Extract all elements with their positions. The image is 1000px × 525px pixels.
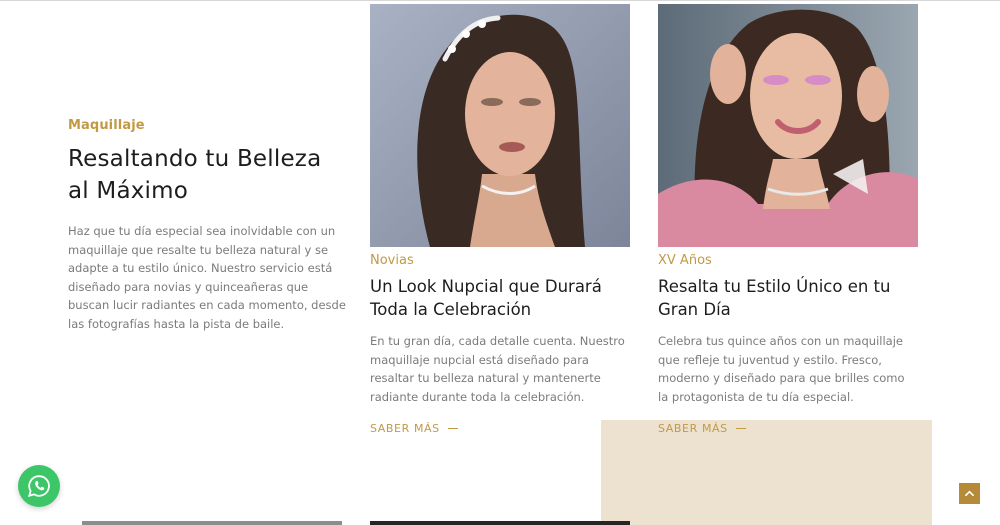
next-card-image-top xyxy=(370,521,630,525)
card-description-xv-anos: Celebra tus quince años con un maquillaj… xyxy=(658,334,905,404)
saber-mas-label: SABER MÁS xyxy=(658,422,728,435)
intro-category: Maquillaje xyxy=(68,118,145,133)
dash-icon xyxy=(447,428,458,429)
quinceanera-portrait-image xyxy=(658,4,918,247)
service-card-xv-anos: XV Años Resalta tu Estilo Único en tu Gr… xyxy=(658,4,918,435)
intro-title: Resaltando tu Belleza al Máximo xyxy=(68,146,322,204)
card-title-novias[interactable]: Un Look Nupcial que Durará Toda la Celeb… xyxy=(370,275,630,321)
whatsapp-chat-button[interactable] xyxy=(18,465,60,507)
card-title-xv-anos[interactable]: Resalta tu Estilo Único en tu Gran Día xyxy=(658,275,918,321)
card-category-novias[interactable]: Novias xyxy=(370,253,630,268)
next-card-image-top xyxy=(82,521,342,525)
intro-description: Haz que tu día especial sea inolvidable … xyxy=(68,224,346,331)
saber-mas-label: SABER MÁS xyxy=(370,422,440,435)
card-category-xv-anos[interactable]: XV Años xyxy=(658,253,918,268)
decorative-beige-block xyxy=(601,420,932,525)
card-image-novias[interactable] xyxy=(370,4,630,247)
chevron-up-icon xyxy=(965,490,974,497)
bride-portrait-image xyxy=(370,4,630,247)
whatsapp-icon xyxy=(28,475,50,497)
saber-mas-link-novias[interactable]: SABER MÁS xyxy=(370,422,458,435)
card-image-xv-anos[interactable] xyxy=(658,4,918,247)
card-description-novias: En tu gran día, cada detalle cuenta. Nue… xyxy=(370,334,625,404)
service-card-novias: Novias Un Look Nupcial que Durará Toda l… xyxy=(370,4,630,435)
top-divider xyxy=(0,0,1000,1)
scroll-to-top-button[interactable] xyxy=(959,483,980,504)
dash-icon xyxy=(735,428,746,429)
intro-section: Maquillaje Resaltando tu Belleza al Máxi… xyxy=(68,118,348,333)
saber-mas-link-xv-anos[interactable]: SABER MÁS xyxy=(658,422,746,435)
